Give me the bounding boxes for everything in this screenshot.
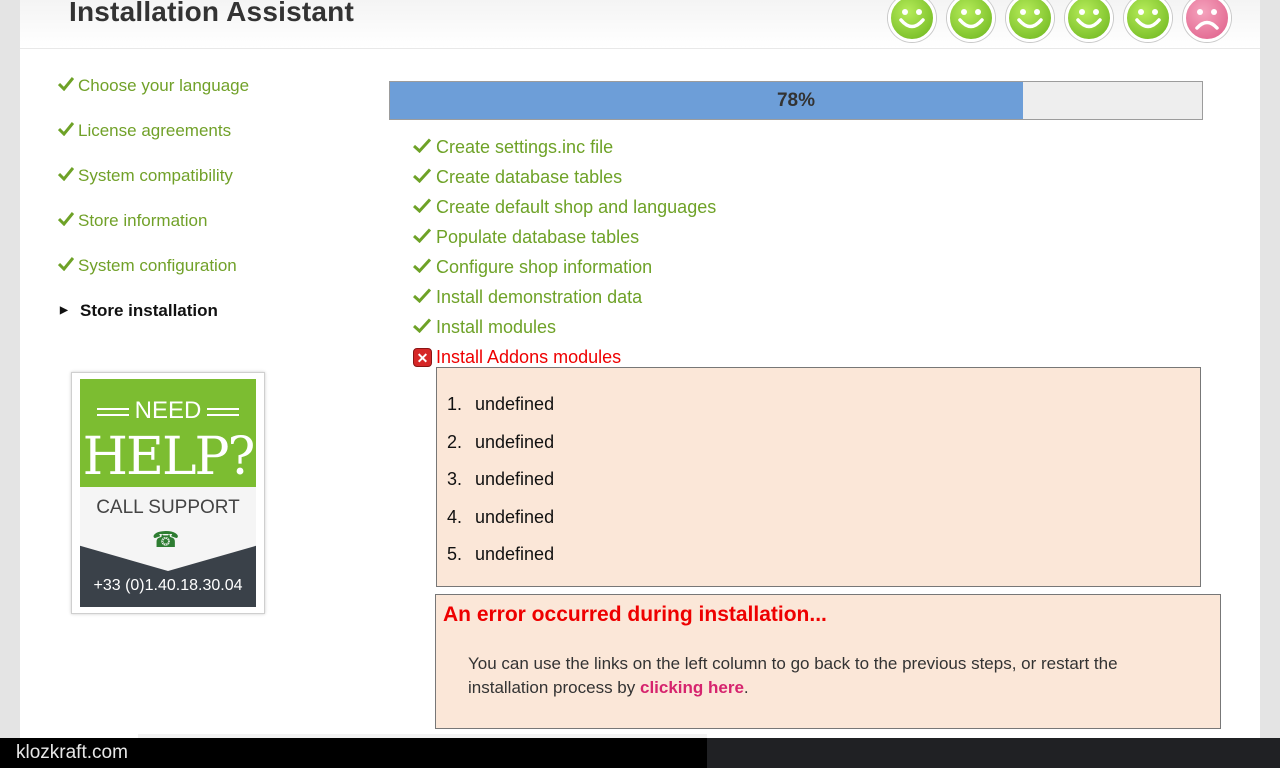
check-icon [57, 164, 78, 188]
install-progress-bar: 78% [389, 81, 1203, 120]
install-step: Create database tables [412, 162, 716, 192]
page-title: Installation Assistant [69, 0, 354, 27]
sidebar-item-language[interactable]: Choose your language [57, 74, 358, 119]
sidebar-item-label: Store information [78, 211, 208, 230]
check-icon [57, 254, 78, 278]
help-banner-bottom: CALL SUPPORT ☎ +33 (0)1.40.18.30.04 [80, 487, 256, 607]
smiley-sad-icon[interactable] [1183, 0, 1231, 42]
sidebar-item-label: System configuration [78, 256, 237, 275]
smiley-happy-icon[interactable] [1124, 0, 1172, 42]
help-title: HELP? [82, 427, 256, 487]
progress-label: 78% [776, 90, 816, 111]
list-item: 1. undefined [447, 394, 555, 414]
help-support-banner[interactable]: NEED HELP? CALL SUPPORT ☎ +33 (0)1.40.18… [71, 372, 265, 614]
telephone-icon: ☎ [152, 527, 180, 552]
sidebar-item-label: License agreements [78, 121, 232, 140]
smiley-happy-icon[interactable] [1065, 0, 1113, 42]
install-step: Install modules [412, 312, 716, 342]
check-icon [57, 74, 78, 98]
installer-page: Installation Assistant Choose your langu… [20, 0, 1260, 738]
install-step: Create default shop and languages [412, 192, 716, 222]
support-phone-number: +33 (0)1.40.18.30.04 [93, 577, 243, 594]
check-icon [412, 224, 436, 250]
check-icon [412, 314, 436, 340]
status-url-text: klozkraft.com [16, 742, 128, 763]
sidebar-item-store-information[interactable]: Store information [57, 209, 358, 254]
check-icon [412, 284, 436, 310]
call-support-text: CALL SUPPORT [96, 497, 240, 518]
list-item: 5. undefined [447, 544, 555, 564]
install-step: Install demonstration data [412, 282, 716, 312]
sidebar-item-label: System compatibility [78, 166, 233, 185]
restart-link[interactable]: clicking here [640, 678, 744, 697]
install-steps-list: Create settings.inc file Create database… [412, 132, 716, 372]
check-icon [57, 119, 78, 143]
smiley-happy-icon[interactable] [947, 0, 995, 42]
install-step: Create settings.inc file [412, 132, 716, 162]
list-item: 2. undefined [447, 431, 555, 452]
error-message: You can use the links on the left column… [468, 654, 1118, 697]
smiley-happy-icon[interactable] [888, 0, 936, 42]
sidebar-item-label: Choose your language [78, 76, 250, 95]
check-icon [57, 209, 78, 233]
list-item: 3. undefined [447, 469, 555, 489]
check-icon [412, 254, 436, 280]
sidebar-item-label: Store installation [80, 301, 218, 320]
installation-error-box: An error occurred during installation...… [435, 594, 1221, 729]
list-item: 4. undefined [447, 506, 555, 527]
error-details-list: 1. undefined 2. undefined 3. undefined 4. un… [447, 394, 554, 582]
install-step: Configure shop information [412, 252, 716, 282]
help-call-ribbon: CALL SUPPORT ☎ [80, 487, 256, 571]
help-banner-top: NEED HELP? [80, 379, 256, 487]
help-need-text: NEED [80, 397, 256, 425]
error-title: An error occurred during installation... [443, 603, 827, 626]
check-icon [412, 194, 436, 220]
status-bar-divider [138, 734, 707, 738]
sidebar-item-license[interactable]: License agreements [57, 119, 358, 164]
steps-sidebar: Choose your language License agreements … [57, 74, 358, 344]
install-step: Populate database tables [412, 222, 716, 252]
smiley-happy-icon[interactable] [1006, 0, 1054, 42]
error-x-icon: ✕ [413, 347, 432, 367]
caret-right-icon: ▶ [60, 305, 68, 316]
check-icon [412, 134, 436, 160]
sidebar-item-system-configuration[interactable]: System configuration [57, 254, 358, 299]
sidebar-item-compatibility[interactable]: System compatibility [57, 164, 358, 209]
header: Installation Assistant [20, 0, 1260, 49]
status-bar-right [707, 738, 1280, 768]
sidebar-item-store-installation: ▶ Store installation [58, 299, 358, 344]
error-details-box: 1. undefined 2. undefined 3. undefined 4. un… [436, 367, 1201, 587]
check-icon [412, 164, 436, 190]
